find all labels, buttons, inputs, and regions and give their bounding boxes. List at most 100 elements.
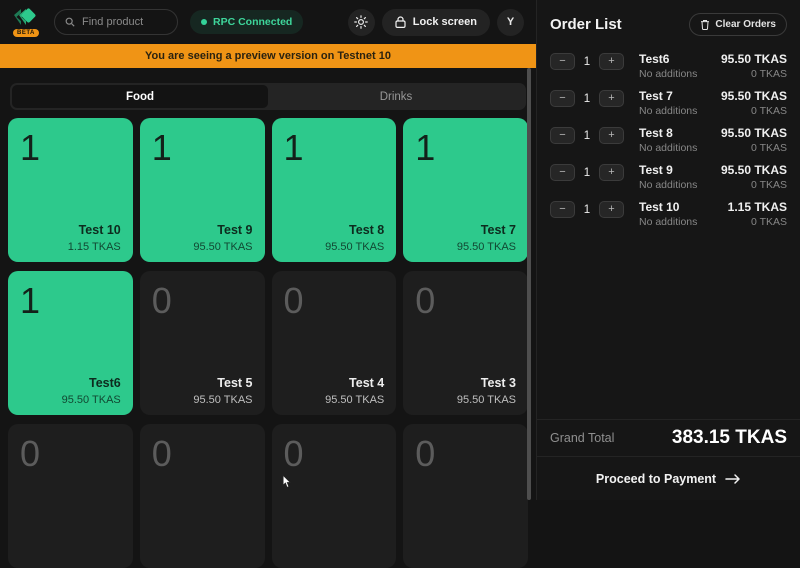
order-item-additions: No additions [639, 105, 721, 117]
scrollbar-thumb[interactable] [527, 68, 531, 500]
order-item-sub-price: 0 TKAS [728, 216, 787, 228]
order-item-info: Test 10 No additions [639, 200, 728, 228]
proceed-to-payment-button[interactable]: Proceed to Payment [537, 456, 800, 500]
increment-button[interactable]: + [599, 201, 624, 218]
quantity-stepper: − 1 + [550, 90, 624, 107]
product-card[interactable]: 1 Test 10 1.15 TKAS [8, 118, 133, 262]
decrement-button[interactable]: − [550, 53, 575, 70]
clear-orders-button[interactable]: Clear Orders [689, 13, 787, 36]
order-item-qty: 1 [583, 167, 591, 179]
order-item-sub-price: 0 TKAS [721, 179, 787, 191]
arrow-right-icon [725, 473, 741, 485]
product-card[interactable]: 0 Test 4 95.50 TKAS [272, 271, 397, 415]
order-item-info: Test 9 No additions [639, 163, 721, 191]
order-item-name: Test 9 [639, 163, 721, 177]
product-card[interactable]: 0 [403, 424, 528, 568]
product-card[interactable]: 1 Test 9 95.50 TKAS [140, 118, 265, 262]
search-icon [65, 16, 75, 28]
product-qty: 0 [152, 279, 253, 322]
grand-total-row: Grand Total 383.15 TKAS [537, 419, 800, 456]
product-name: Test 8 [349, 223, 384, 237]
increment-button[interactable]: + [599, 53, 624, 70]
quantity-stepper: − 1 + [550, 164, 624, 181]
product-name: Test 10 [79, 223, 121, 237]
product-qty: 0 [284, 279, 385, 322]
product-name: Test6 [89, 376, 121, 390]
product-price: 95.50 TKAS [62, 394, 121, 406]
lock-screen-button[interactable]: Lock screen [382, 9, 490, 36]
order-item-row: − 1 + Test6 No additions 95.50 TKAS 0 TK… [550, 52, 787, 80]
product-card[interactable]: 0 [140, 424, 265, 568]
increment-button[interactable]: + [599, 90, 624, 107]
order-item-additions: No additions [639, 142, 721, 154]
order-item-row: − 1 + Test 10 No additions 1.15 TKAS 0 T… [550, 200, 787, 228]
product-card[interactable]: 1 Test6 95.50 TKAS [8, 271, 133, 415]
product-card[interactable]: 1 Test 8 95.50 TKAS [272, 118, 397, 262]
decrement-button[interactable]: − [550, 90, 575, 107]
logo-icon [12, 7, 38, 29]
order-item-name: Test 8 [639, 126, 721, 140]
clear-orders-label: Clear Orders [715, 19, 776, 30]
order-item-prices: 95.50 TKAS 0 TKAS [721, 126, 787, 154]
product-price: 95.50 TKAS [457, 241, 516, 253]
topbar-actions: Lock screen Y [348, 9, 524, 36]
order-list-title: Order List [550, 16, 622, 33]
main-section: BETA RPC Connected [0, 0, 536, 500]
avatar-button[interactable]: Y [497, 9, 524, 36]
sun-icon [354, 15, 368, 29]
decrement-button[interactable]: − [550, 201, 575, 218]
order-item-prices: 95.50 TKAS 0 TKAS [721, 163, 787, 191]
search-input[interactable] [82, 16, 167, 28]
product-name: Test 7 [481, 223, 516, 237]
tab-drinks[interactable]: Drinks [268, 85, 524, 108]
order-item-prices: 1.15 TKAS 0 TKAS [728, 200, 787, 228]
order-item-prices: 95.50 TKAS 0 TKAS [721, 89, 787, 117]
product-name: Test 5 [217, 376, 252, 390]
theme-toggle-button[interactable] [348, 9, 375, 36]
rpc-status-label: RPC Connected [213, 16, 292, 28]
product-qty: 0 [415, 432, 516, 475]
app-logo[interactable]: BETA [12, 7, 42, 37]
order-item-price: 95.50 TKAS [721, 89, 787, 103]
product-card[interactable]: 0 Test 3 95.50 TKAS [403, 271, 528, 415]
order-item-info: Test6 No additions [639, 52, 721, 80]
grand-total-label: Grand Total [550, 431, 614, 445]
increment-button[interactable]: + [599, 164, 624, 181]
product-card[interactable]: 0 [8, 424, 133, 568]
tab-food[interactable]: Food [12, 85, 268, 108]
decrement-button[interactable]: − [550, 164, 575, 181]
order-item-row: − 1 + Test 7 No additions 95.50 TKAS 0 T… [550, 89, 787, 117]
lock-screen-label: Lock screen [413, 16, 477, 28]
order-items-list: − 1 + Test6 No additions 95.50 TKAS 0 TK… [537, 48, 800, 419]
order-item-sub-price: 0 TKAS [721, 105, 787, 117]
order-item-name: Test 10 [639, 200, 728, 214]
order-item-info: Test 7 No additions [639, 89, 721, 117]
product-price: 95.50 TKAS [193, 241, 252, 253]
order-item-price: 95.50 TKAS [721, 52, 787, 66]
increment-button[interactable]: + [599, 127, 624, 144]
testnet-preview-banner: You are seeing a preview version on Test… [0, 44, 536, 68]
category-tabs: Food Drinks [10, 83, 526, 110]
order-item-additions: No additions [639, 68, 721, 80]
product-card[interactable]: 1 Test 7 95.50 TKAS [403, 118, 528, 262]
product-card[interactable]: 0 Test 5 95.50 TKAS [140, 271, 265, 415]
order-item-price: 1.15 TKAS [728, 200, 787, 214]
product-card[interactable]: 0 [272, 424, 397, 568]
order-item-price: 95.50 TKAS [721, 163, 787, 177]
order-item-row: − 1 + Test 9 No additions 95.50 TKAS 0 T… [550, 163, 787, 191]
product-qty: 0 [20, 432, 121, 475]
order-item-additions: No additions [639, 179, 721, 191]
decrement-button[interactable]: − [550, 127, 575, 144]
product-qty: 1 [20, 279, 121, 322]
order-item-qty: 1 [583, 204, 591, 216]
product-qty: 1 [415, 126, 516, 169]
top-bar: BETA RPC Connected [0, 0, 536, 44]
order-item-name: Test6 [639, 52, 721, 66]
product-price: 95.50 TKAS [325, 394, 384, 406]
search-box[interactable] [54, 9, 178, 35]
vertical-scrollbar[interactable] [527, 68, 531, 500]
product-qty: 0 [415, 279, 516, 322]
product-qty: 1 [152, 126, 253, 169]
product-qty: 0 [152, 432, 253, 475]
proceed-label: Proceed to Payment [596, 472, 716, 486]
